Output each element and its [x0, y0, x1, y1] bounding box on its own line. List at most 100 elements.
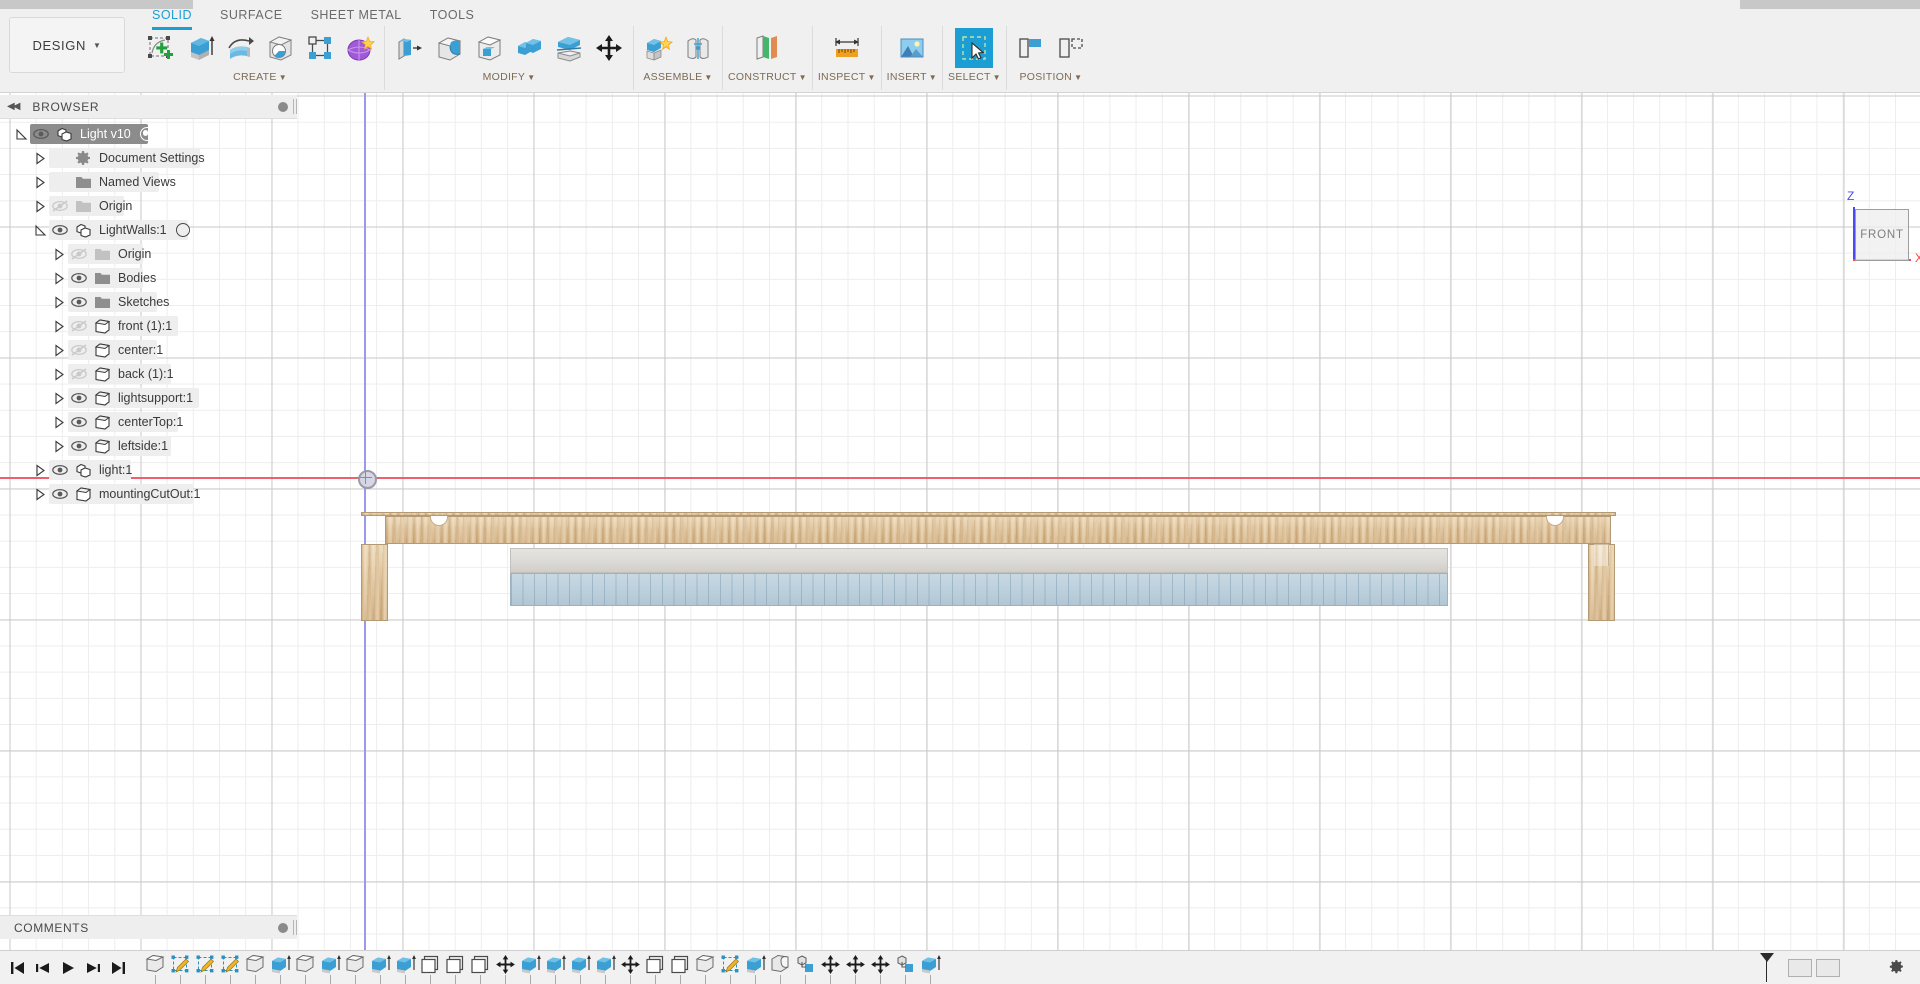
tree-item-mountingcutout-1[interactable]: mountingCutOut:1 [0, 482, 297, 506]
timeline-feature[interactable] [143, 954, 168, 984]
timeline-feature[interactable] [293, 954, 318, 984]
tab-tools[interactable]: TOOLS [416, 6, 489, 26]
timeline-feature[interactable] [793, 954, 818, 984]
ribbon-group-assemble-label[interactable]: ASSEMBLE ▼ [643, 71, 712, 84]
timeline-feature[interactable] [468, 954, 493, 984]
tree-item-light-v10[interactable]: Light v10 [0, 122, 297, 146]
browser-resize-grip[interactable] [293, 99, 297, 114]
timeline-feature[interactable] [318, 954, 343, 984]
go-to-end-button[interactable] [110, 960, 126, 976]
timeline-feature[interactable] [518, 954, 543, 984]
tree-item-center-1[interactable]: center:1 [0, 338, 297, 362]
ribbon-group-insert-label[interactable]: INSERT ▼ [887, 71, 937, 84]
timeline-feature[interactable] [543, 954, 568, 984]
ribbon-group-construct-label[interactable]: CONSTRUCT ▼ [728, 71, 807, 84]
timeline-feature[interactable] [643, 954, 668, 984]
tree-caret-collapsed-icon[interactable] [50, 439, 68, 453]
align-icon[interactable] [1012, 28, 1050, 68]
tree-caret-collapsed-icon[interactable] [31, 487, 49, 501]
comments-panel[interactable]: COMMENTS [0, 915, 297, 939]
eye-icon[interactable] [30, 127, 52, 141]
tree-item-lightsupport-1[interactable]: lightsupport:1 [0, 386, 297, 410]
timeline-feature[interactable] [743, 954, 768, 984]
timeline-feature[interactable] [818, 954, 843, 984]
timeline-end-box-1[interactable] [1788, 959, 1812, 977]
timeline-feature[interactable] [418, 954, 443, 984]
combine-icon[interactable] [510, 28, 548, 68]
timeline-feature[interactable] [918, 954, 943, 984]
eye-icon[interactable] [68, 391, 90, 405]
rectangular-pattern-icon[interactable] [301, 28, 339, 68]
eye-icon[interactable] [68, 343, 90, 357]
tree-item-activate-radio[interactable] [175, 223, 190, 237]
ribbon-group-select-label[interactable]: SELECT ▼ [948, 71, 1001, 84]
diffuser-panel[interactable] [510, 548, 1448, 573]
press-pull-icon[interactable] [390, 28, 428, 68]
offset-plane-icon[interactable] [748, 28, 786, 68]
timeline-playhead[interactable] [1760, 953, 1774, 962]
revolve-icon[interactable] [221, 28, 259, 68]
eye-icon[interactable] [68, 295, 90, 309]
tree-item-back-1-1[interactable]: back (1):1 [0, 362, 297, 386]
position-copy-icon[interactable] [1052, 28, 1090, 68]
ribbon-group-create-label[interactable]: CREATE ▼ [233, 71, 287, 84]
insert-image-icon[interactable] [893, 28, 931, 68]
tab-solid[interactable]: SOLID [138, 6, 206, 30]
new-component-icon[interactable] [639, 28, 677, 68]
timeline-feature[interactable] [268, 954, 293, 984]
tree-caret-collapsed-icon[interactable] [31, 463, 49, 477]
comments-settings-dot[interactable] [278, 922, 288, 933]
view-cube-front-face[interactable]: FRONT [1855, 209, 1909, 261]
timeline-feature[interactable] [393, 954, 418, 984]
timeline-feature[interactable] [593, 954, 618, 984]
tree-item-front-1-1[interactable]: front (1):1 [0, 314, 297, 338]
timeline-feature[interactable] [718, 954, 743, 984]
tree-caret-collapsed-icon[interactable] [50, 343, 68, 357]
ribbon-group-inspect-label[interactable]: INSPECT ▼ [818, 71, 876, 84]
tree-caret-expanded-icon[interactable] [12, 128, 30, 141]
tree-item-centertop-1[interactable]: centerTop:1 [0, 410, 297, 434]
timeline-feature[interactable] [343, 954, 368, 984]
tree-caret-expanded-icon[interactable] [31, 224, 49, 237]
eye-icon[interactable] [49, 223, 71, 237]
timeline-feature[interactable] [868, 954, 893, 984]
create-form-icon[interactable] [341, 28, 379, 68]
tree-caret-collapsed-icon[interactable] [50, 247, 68, 261]
tree-item-origin[interactable]: Origin [0, 242, 297, 266]
timeline-feature[interactable] [618, 954, 643, 984]
select-window-icon[interactable] [955, 28, 994, 68]
timeline-feature[interactable] [768, 954, 793, 984]
tree-caret-collapsed-icon[interactable] [50, 391, 68, 405]
ribbon-group-position-label[interactable]: POSITION ▼ [1019, 71, 1082, 84]
eye-icon[interactable] [68, 271, 90, 285]
browser-settings-dot[interactable] [278, 101, 288, 112]
fillet-icon[interactable] [430, 28, 468, 68]
eye-icon[interactable] [68, 319, 90, 333]
timeline-feature[interactable] [693, 954, 718, 984]
timeline-feature[interactable] [243, 954, 268, 984]
timeline-feature[interactable] [368, 954, 393, 984]
collapse-left-icon[interactable]: ◀◀ [7, 101, 20, 112]
tree-caret-collapsed-icon[interactable] [50, 319, 68, 333]
timeline-settings-gear-icon[interactable] [1888, 958, 1905, 975]
create-sketch-icon[interactable] [141, 28, 179, 68]
eye-icon[interactable] [68, 415, 90, 429]
left-leg[interactable] [361, 544, 388, 621]
timeline-feature[interactable] [168, 954, 193, 984]
move-copy-icon[interactable] [590, 28, 628, 68]
tree-item-bodies[interactable]: Bodies [0, 266, 297, 290]
tree-item-sketches[interactable]: Sketches [0, 290, 297, 314]
measure-icon[interactable] [828, 28, 866, 68]
tree-item-light-1[interactable]: light:1 [0, 458, 297, 482]
eye-icon[interactable] [68, 247, 90, 261]
eye-icon[interactable] [49, 199, 71, 213]
view-cube[interactable]: Z X FRONT [1825, 189, 1920, 275]
eye-icon[interactable] [49, 487, 71, 501]
tab-sheet-metal[interactable]: SHEET METAL [297, 6, 416, 26]
step-back-button[interactable] [35, 960, 51, 976]
workspace-switcher-button[interactable]: DESIGN ▼ [9, 17, 125, 73]
eye-icon[interactable] [68, 439, 90, 453]
timeline-feature[interactable] [568, 954, 593, 984]
joint-icon[interactable] [679, 28, 717, 68]
tree-caret-collapsed-icon[interactable] [31, 199, 49, 213]
